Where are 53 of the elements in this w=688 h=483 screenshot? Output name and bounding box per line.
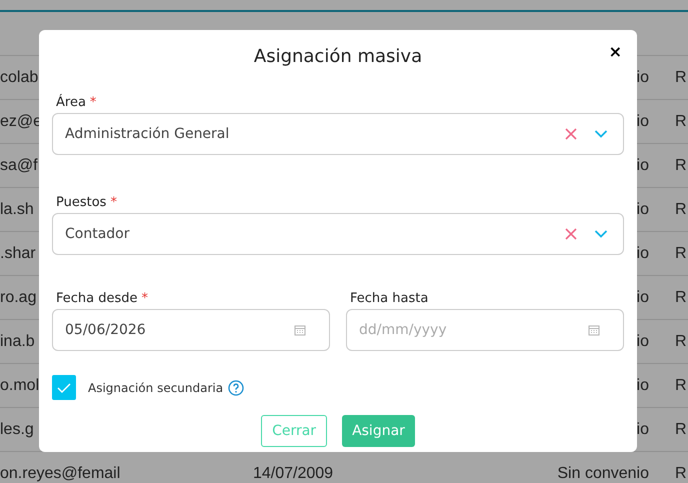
table-cell-text: io [636, 244, 649, 264]
field-label: Fecha hasta [350, 290, 428, 308]
table-cell: R [675, 200, 687, 218]
chevron-down-icon[interactable] [594, 129, 608, 139]
table-cell: R [675, 420, 687, 438]
table-cell: o.mol [0, 376, 40, 394]
table-cell-text: io [636, 68, 649, 88]
table-cell-text: io [636, 376, 649, 396]
close-button[interactable]: × [608, 44, 622, 60]
help-icon[interactable] [228, 380, 244, 396]
dialog-title: Asignación masiva [254, 45, 422, 69]
table-cell-text: io [636, 156, 649, 176]
table-cell: .shar [0, 244, 36, 262]
table-cell: R [675, 332, 687, 350]
table-cell: R [675, 464, 687, 482]
table-cell-text: io [636, 420, 649, 440]
table-cell: R [675, 244, 687, 262]
field-label: Área [56, 93, 86, 112]
table-cell: R [675, 288, 687, 306]
field-label: Puestos [56, 194, 106, 212]
field-label: Fecha desde [56, 290, 138, 308]
table-cell: les.g [0, 420, 34, 438]
table-cell: R [675, 68, 687, 86]
table-cell: 14/07/2009 [253, 464, 334, 482]
required-mark: * [142, 290, 148, 308]
table-cell: ina.b [0, 332, 35, 350]
required-mark: * [110, 194, 117, 212]
clear-icon[interactable] [564, 227, 578, 241]
table-cell: R [675, 376, 687, 394]
table-cell: R [675, 112, 687, 130]
checkbox-label: Asignación secundaria [88, 380, 224, 396]
table-cell-text: Sin convenio [557, 464, 649, 483]
select-field[interactable]: Administración General [52, 113, 624, 155]
check-icon [57, 382, 71, 392]
table-cell: R [675, 156, 687, 174]
table-cell: colab [0, 68, 38, 86]
date-field[interactable]: dd/mm/yyyy [346, 309, 624, 351]
table-cell: ro.ag [0, 288, 36, 306]
table-cell: sa@f [0, 156, 38, 174]
chevron-down-icon[interactable] [594, 229, 608, 239]
calendar-icon [588, 324, 600, 336]
table-cell: on.reyes@femail [0, 464, 120, 482]
table-cell: la.sh [0, 200, 34, 218]
table-cell-text: io [636, 200, 649, 220]
calendar-icon [294, 324, 306, 336]
clear-icon[interactable] [564, 127, 578, 141]
select-field[interactable]: Contador [52, 213, 624, 255]
date-field[interactable]: 05/06/2026 [52, 309, 330, 351]
required-mark: * [90, 94, 96, 112]
table-cell-text: io [636, 332, 649, 352]
table-cell-text: io [636, 112, 649, 132]
table-cell-text: io [636, 288, 649, 308]
checkbox[interactable] [52, 375, 76, 400]
